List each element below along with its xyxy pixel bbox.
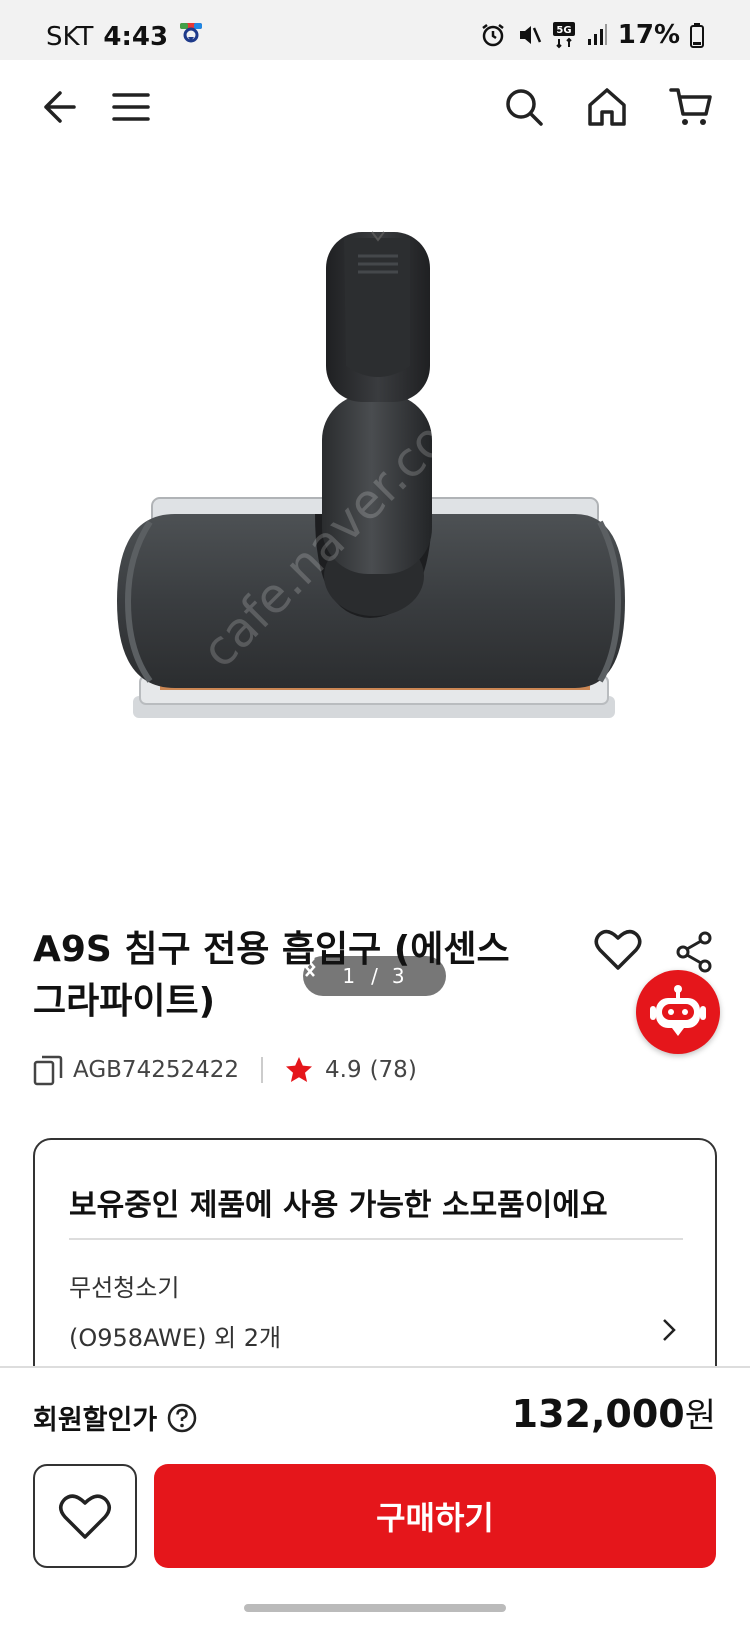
wishlist-heart-icon[interactable] (594, 926, 642, 972)
compatibility-card[interactable]: 보유중인 제품에 사용 가능한 소모품이에요 무선청소기 (O958AWE) 외… (33, 1138, 717, 1398)
compat-title: 보유중인 제품에 사용 가능한 소모품이에요 (69, 1188, 608, 1223)
product-title-line2: 그라파이트) (33, 981, 216, 1022)
model-code: AGB74252422 (73, 1057, 239, 1083)
mute-icon (516, 22, 542, 48)
cart-icon[interactable] (666, 82, 716, 132)
status-right: 5G 17% (480, 20, 704, 50)
share-icon[interactable] (674, 930, 714, 974)
review-count[interactable]: (78) (370, 1057, 417, 1083)
carrier-label: SKT (46, 21, 94, 52)
status-left: SKT 4:43 (46, 20, 204, 53)
copy-icon[interactable] (33, 1054, 63, 1086)
compat-divider (69, 1238, 683, 1240)
status-bar: SKT 4:43 5G 17% (0, 0, 750, 60)
help-circle-icon[interactable] (167, 1403, 197, 1433)
chatbot-button[interactable] (636, 970, 720, 1054)
home-indicator[interactable] (244, 1604, 506, 1612)
top-nav (0, 60, 750, 156)
price-unit: 원 (684, 1396, 716, 1436)
rating-value: 4.9 (325, 1057, 362, 1083)
compat-product-type: 무선청소기 (69, 1274, 180, 1302)
back-arrow-icon[interactable] (33, 82, 83, 132)
network-label: 5G (552, 21, 576, 49)
search-icon[interactable] (499, 82, 549, 132)
clock: 4:43 (103, 21, 169, 52)
hamburger-menu-icon[interactable] (106, 82, 156, 132)
product-title-line1: A9S 침구 전용 흡입구 (에센스 (33, 929, 510, 970)
robot-icon (650, 985, 706, 1036)
buy-button[interactable]: 구매하기 (154, 1464, 716, 1568)
bottom-purchase-bar: 회원할인가 132,000원 구매하기 (0, 1366, 750, 1625)
price-value-row: 132,000원 (512, 1388, 716, 1437)
wishlist-button[interactable] (33, 1464, 137, 1568)
location-pin-icon (178, 20, 204, 53)
svg-text:5G: 5G (556, 25, 571, 36)
product-photo: cafe.naver.com/joonggonara (117, 156, 716, 718)
price-label: 회원할인가 (33, 1405, 158, 1436)
meta-divider (261, 1057, 263, 1083)
signal-icon (586, 23, 608, 47)
star-icon (285, 1056, 313, 1084)
home-icon[interactable] (582, 82, 632, 132)
chevron-right-icon[interactable] (655, 1314, 683, 1346)
price-label-row: 회원할인가 (33, 1398, 197, 1437)
battery-percent: 17% (617, 20, 680, 50)
product-title: A9S 침구 전용 흡입구 (에센스 그라파이트) (33, 924, 573, 1028)
heart-icon (59, 1494, 111, 1539)
compat-product-model: (O958AWE) 외 2개 (69, 1324, 282, 1352)
price-value: 132,000 (511, 1392, 685, 1436)
product-meta-row: AGB74252422 4.9 (78) (33, 1050, 417, 1090)
battery-icon (690, 22, 704, 48)
alarm-icon (480, 22, 506, 48)
product-image-gallery[interactable]: cafe.naver.com/joonggonara 1 / 3 (0, 156, 750, 996)
